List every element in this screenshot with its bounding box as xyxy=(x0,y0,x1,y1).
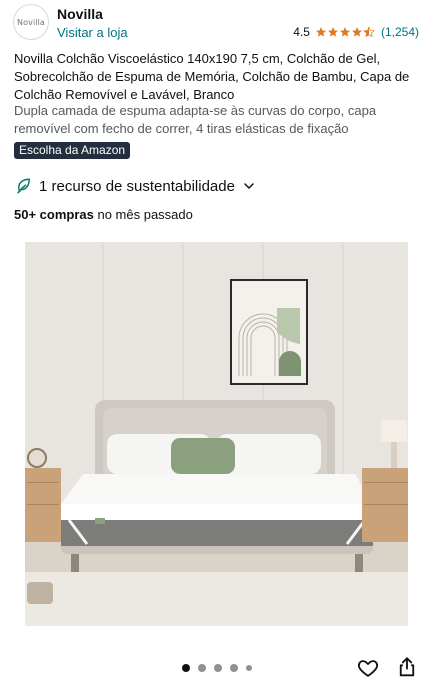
leaf-icon xyxy=(17,178,30,194)
amazon-choice-badge: Escolha da Amazon xyxy=(14,142,131,159)
rating-stars xyxy=(315,26,375,38)
product-subtitle: Dupla camada de espuma adapta-se às curv… xyxy=(14,103,377,136)
carousel-dot[interactable] xyxy=(181,664,190,672)
sustainability-toggle[interactable]: 1 recurso de sustentabilidade xyxy=(15,177,255,195)
purchase-count-bold: 50+ compras xyxy=(14,207,94,222)
rating-value: 4.5 xyxy=(293,25,310,39)
carousel-dot[interactable] xyxy=(197,664,206,672)
purchase-count: 50+ compras no mês passado xyxy=(14,207,193,222)
star-icon xyxy=(351,27,362,37)
rating-summary[interactable]: 4.5 (1,254) xyxy=(293,25,419,39)
star-half-icon xyxy=(363,26,375,38)
chevron-down-icon xyxy=(244,183,254,189)
purchase-count-rest: no mês passado xyxy=(93,207,193,222)
rating-count[interactable]: (1,254) xyxy=(381,25,419,39)
carousel-dot[interactable] xyxy=(213,664,222,672)
sustainability-label: 1 recurso de sustentabilidade xyxy=(39,177,235,195)
carousel-dot[interactable] xyxy=(245,665,252,671)
store-header: Novilla Novilla Visitar a loja 4.5 (1,25… xyxy=(0,0,433,44)
product-title: Novilla Colchão Viscoelástico 140x190 7,… xyxy=(14,51,410,102)
carousel-dot[interactable] xyxy=(229,664,238,672)
store-logo-text: Novilla xyxy=(17,17,45,27)
heart-icon[interactable] xyxy=(357,657,379,679)
star-icon xyxy=(315,27,326,37)
product-image[interactable] xyxy=(25,242,408,626)
store-logo[interactable]: Novilla xyxy=(13,4,49,40)
share-icon[interactable] xyxy=(397,656,417,678)
star-icon xyxy=(339,27,350,37)
star-icon xyxy=(327,27,338,37)
visit-store-link[interactable]: Visitar a loja xyxy=(57,25,128,40)
bedroom-mattress-illustration xyxy=(25,242,408,626)
brand-name[interactable]: Novilla xyxy=(57,6,103,22)
